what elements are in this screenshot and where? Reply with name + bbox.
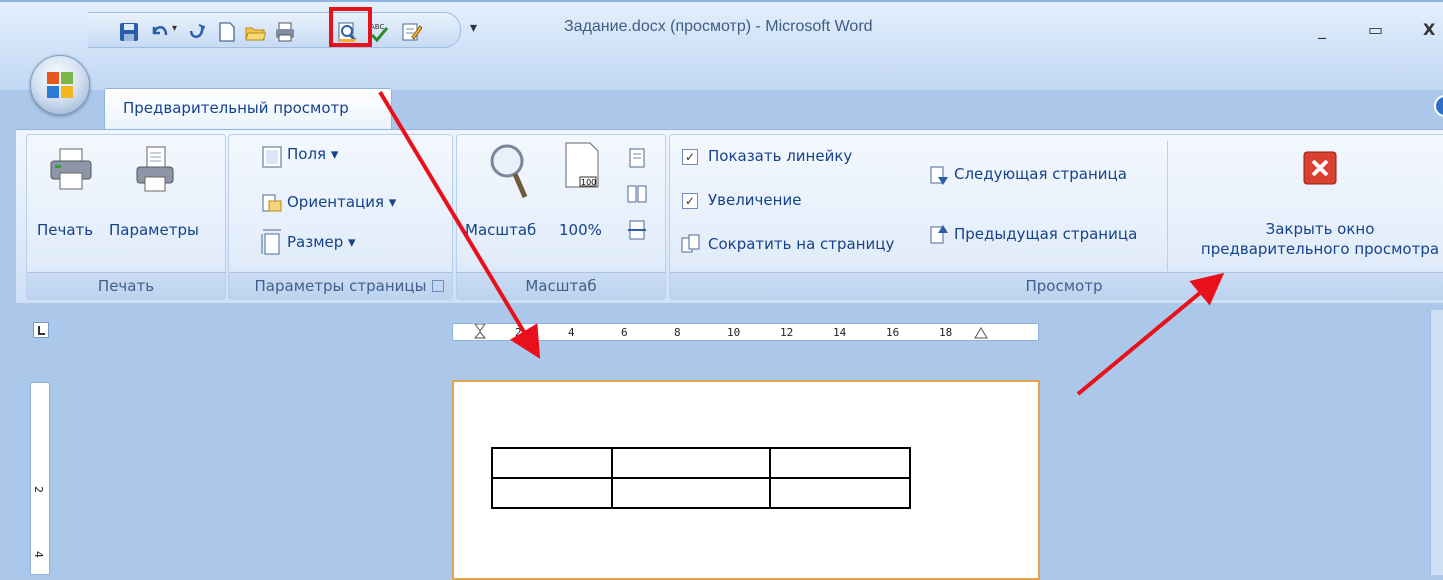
redo-icon[interactable] — [186, 21, 208, 43]
shrink-one-page-icon — [681, 234, 700, 253]
shrink-one-page-button[interactable]: Сократить на страницу — [708, 235, 894, 253]
table-cell[interactable] — [491, 447, 613, 479]
ruler-tick-label: 18 — [939, 326, 953, 339]
svg-text:ABC: ABC — [370, 23, 384, 31]
orientation-button[interactable]: Ориентация ▾ — [287, 193, 396, 211]
minimize-button[interactable]: _ — [1318, 20, 1326, 39]
maximize-button[interactable]: ▭ — [1368, 20, 1383, 39]
title-bar: ▾ ABC ▾ Задание.docx (просмотр) - Micros… — [0, 0, 1443, 90]
office-button[interactable] — [30, 55, 90, 115]
print-options-button[interactable]: Параметры — [109, 221, 199, 239]
office-logo-icon — [47, 72, 73, 98]
magnifier-checkbox[interactable]: ✓ — [682, 193, 698, 209]
help-icon[interactable] — [1434, 95, 1443, 117]
horizontal-ruler[interactable]: 2 4 6 8 10 12 14 16 18 — [452, 323, 1039, 341]
table-cell[interactable] — [769, 477, 911, 509]
ruler-tick-label: 14 — [833, 326, 847, 339]
orientation-icon — [262, 194, 282, 212]
undo-dropdown-icon[interactable]: ▾ — [172, 23, 177, 34]
group-page-setup-label: Параметры страницы — [229, 272, 452, 299]
ruler-tick-label: 2 — [32, 486, 45, 493]
window-title: Задание.docx (просмотр) - Microsoft Word — [564, 18, 873, 35]
print-options-icon — [136, 146, 174, 192]
two-pages-icon[interactable] — [627, 183, 647, 205]
tab-selector-icon[interactable] — [33, 322, 49, 338]
close-window-button[interactable]: X — [1423, 20, 1435, 39]
one-page-icon[interactable] — [627, 147, 647, 169]
zoom-button[interactable]: Масштаб — [465, 221, 536, 239]
group-print: Печать Параметры Печать — [26, 134, 226, 300]
group-page-setup: Поля ▾ Ориентация ▾ Размер ▾ Параметры с… — [228, 134, 453, 300]
page-width-icon[interactable] — [627, 219, 647, 241]
page-size-button[interactable]: Размер ▾ — [287, 233, 356, 251]
show-ruler-checkbox[interactable]: ✓ — [682, 149, 698, 165]
zoom-100-button[interactable]: 100% — [559, 221, 602, 239]
zoom-100-icon: 100 — [565, 142, 599, 188]
next-page-icon — [930, 166, 948, 185]
table-cell[interactable] — [769, 447, 911, 479]
table-cell[interactable] — [611, 447, 771, 479]
ruler-tick-label: 8 — [674, 326, 681, 339]
group-zoom-label: Масштаб — [457, 272, 665, 299]
vertical-ruler[interactable]: 24 — [30, 382, 50, 575]
next-page-button[interactable]: Следующая страница — [954, 165, 1127, 183]
undo-icon[interactable] — [148, 21, 170, 43]
ribbon: Печать Параметры Печать Поля ▾ Ориентаци… — [16, 129, 1443, 303]
margins-icon — [262, 146, 282, 168]
tab-print-preview[interactable]: Предварительный просмотр — [104, 88, 392, 130]
quick-print-icon[interactable] — [274, 21, 296, 43]
ruler-tick-label: 2 — [515, 326, 522, 339]
page-setup-dialog-launcher[interactable] — [432, 280, 444, 292]
print-button[interactable]: Печать — [37, 221, 93, 239]
right-indent-marker-icon[interactable] — [974, 326, 988, 340]
show-ruler-label: Показать линейку — [708, 147, 853, 165]
group-preview-label: Просмотр — [670, 272, 1443, 299]
svg-text:100: 100 — [581, 178, 596, 187]
margins-button[interactable]: Поля ▾ — [287, 145, 338, 163]
magnifier-label: Увеличение — [708, 191, 802, 209]
page-size-icon — [261, 229, 281, 255]
table-row — [491, 477, 911, 509]
left-indent-marker-icon[interactable] — [473, 324, 487, 341]
ruler-tick-label: 10 — [727, 326, 741, 339]
close-preview-button[interactable]: Закрыть окно предварительного просмотра — [1170, 219, 1443, 259]
edit-document-icon[interactable] — [400, 21, 422, 43]
magnifier-icon — [490, 144, 528, 198]
close-preview-icon — [1303, 151, 1337, 185]
ruler-tick-label: 12 — [780, 326, 794, 339]
ruler-tick-label: 16 — [886, 326, 900, 339]
tab-print-preview-label: Предварительный просмотр — [123, 99, 349, 117]
vertical-scrollbar[interactable] — [1430, 310, 1443, 575]
highlight-frame — [329, 7, 372, 47]
table-row — [491, 447, 911, 479]
previous-page-icon — [930, 225, 948, 244]
ruler-tick-label: 4 — [32, 551, 45, 558]
new-document-icon[interactable] — [216, 21, 238, 43]
ruler-tick-label: 6 — [621, 326, 628, 339]
group-zoom: 100 Масштаб 100% Масштаб — [456, 134, 666, 300]
open-folder-icon[interactable] — [244, 21, 266, 43]
group-print-label: Печать — [27, 272, 225, 299]
print-icon — [50, 148, 92, 190]
save-icon[interactable] — [118, 21, 140, 43]
customize-qat-icon[interactable]: ▾ — [470, 20, 477, 36]
document-page — [452, 380, 1040, 580]
previous-page-button[interactable]: Предыдущая страница — [954, 225, 1137, 243]
ruler-tick-label: 4 — [568, 326, 575, 339]
document-table — [491, 447, 911, 509]
quick-access-toolbar: ▾ ABC — [88, 12, 461, 48]
group-preview: ✓ Показать линейку ✓ Увеличение Сократит… — [669, 134, 1443, 300]
table-cell[interactable] — [611, 477, 771, 509]
group-separator — [1167, 141, 1168, 271]
table-cell[interactable] — [491, 477, 613, 509]
